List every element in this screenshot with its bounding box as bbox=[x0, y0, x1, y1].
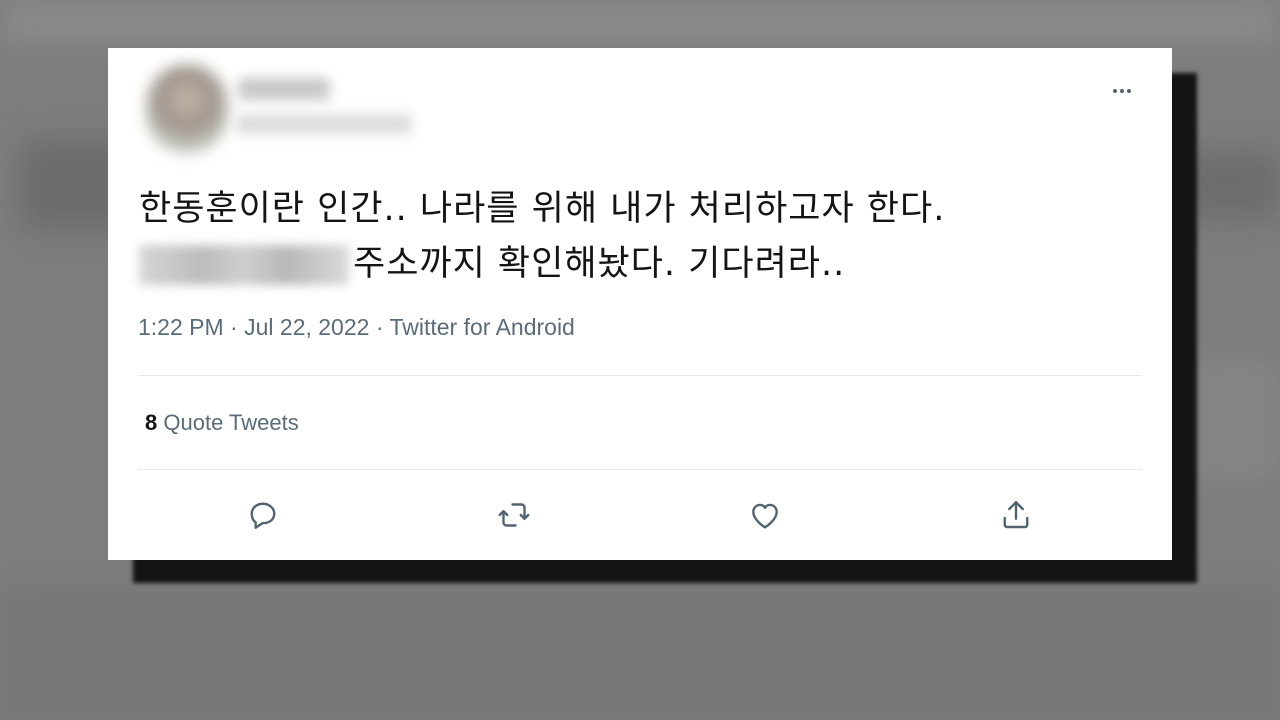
tweet-source[interactable]: Twitter for Android bbox=[389, 314, 574, 340]
retweet-icon bbox=[498, 503, 530, 527]
quote-tweets-link[interactable]: 8 Quote Tweets bbox=[145, 410, 299, 436]
tweet-text-line2-wrapper: 주소까지 확인해놨다. 기다려라.. bbox=[139, 237, 945, 292]
tweet-text-line2: 주소까지 확인해놨다. 기다려라.. bbox=[353, 244, 846, 284]
like-button[interactable] bbox=[740, 490, 790, 540]
reply-icon bbox=[250, 502, 276, 529]
share-button[interactable] bbox=[991, 490, 1041, 540]
quote-count: 8 bbox=[145, 410, 158, 435]
meta-separator: · bbox=[230, 314, 238, 340]
redacted-display-name[interactable] bbox=[238, 78, 330, 100]
background-blur bbox=[0, 0, 1280, 44]
meta-separator: · bbox=[375, 314, 384, 340]
tweet-time[interactable]: 1:22 PM bbox=[138, 314, 224, 340]
divider bbox=[138, 469, 1142, 470]
tweet-text-line1: 한동훈이란 인간.. 나라를 위해 내가 처리하고자 한다. bbox=[139, 189, 946, 229]
tweet-date[interactable]: Jul 22, 2022 bbox=[244, 314, 369, 340]
more-options-icon[interactable] bbox=[1102, 76, 1142, 106]
tweet-card: 한동훈이란 인간.. 나라를 위해 내가 처리하고자 한다. 주소까지 확인해놨… bbox=[108, 48, 1172, 560]
background-blur bbox=[0, 590, 1280, 720]
tweet-metadata: 1:22 PM · Jul 22, 2022 · Twitter for And… bbox=[138, 314, 575, 341]
background-blur bbox=[1190, 360, 1280, 480]
tweet-text: 한동훈이란 인간.. 나라를 위해 내가 처리하고자 한다. 주소까지 확인해놨… bbox=[139, 182, 945, 292]
avatar[interactable] bbox=[146, 64, 228, 154]
divider bbox=[138, 375, 1142, 376]
reply-button[interactable] bbox=[238, 490, 288, 540]
retweet-button[interactable] bbox=[489, 490, 539, 540]
redacted-text bbox=[139, 245, 349, 285]
share-icon bbox=[1003, 501, 1029, 529]
redacted-username[interactable] bbox=[236, 114, 412, 134]
action-bar bbox=[138, 490, 1142, 540]
quote-label: Quote Tweets bbox=[163, 410, 299, 435]
like-icon bbox=[752, 503, 778, 529]
